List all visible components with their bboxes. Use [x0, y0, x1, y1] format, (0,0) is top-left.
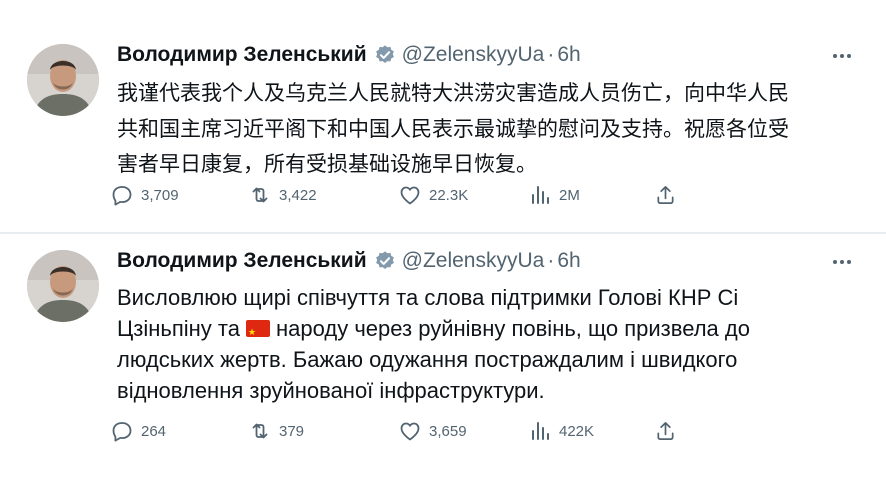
- share-button[interactable]: [654, 419, 684, 443]
- china-flag-icon: [246, 317, 270, 348]
- retweet-arrows-icon: [252, 187, 268, 203]
- view-count: 422K: [559, 422, 595, 440]
- retweet-count: 3,422: [279, 186, 317, 204]
- separator-dot: ·: [547, 43, 555, 66]
- like-count: 3,659: [429, 422, 467, 440]
- avatar-image: [27, 250, 99, 322]
- heart-icon: [400, 186, 420, 205]
- tweet-actions: 3,709 3,422 22.3K 2M: [110, 180, 684, 210]
- like-button[interactable]: 3,659: [398, 419, 528, 443]
- tweet-actions: 264 379 3,659 422K: [110, 416, 684, 446]
- retweet-button[interactable]: 379: [248, 419, 398, 443]
- speech-bubble-icon: [112, 422, 132, 442]
- author-handle[interactable]: @ZelenskyyUa: [402, 249, 545, 273]
- reply-count: 3,709: [141, 186, 179, 204]
- author-name[interactable]: Володимир Зеленський: [117, 43, 367, 67]
- bar-chart-icon: [532, 422, 549, 440]
- bar-chart-icon: [532, 186, 549, 204]
- tweet-text: Висловлюю щирі співчуття та слова підтри…: [117, 282, 865, 406]
- avatar[interactable]: [27, 250, 99, 322]
- retweet-arrows-icon: [252, 423, 268, 439]
- views-button[interactable]: 422K: [528, 419, 654, 443]
- heart-icon: [400, 422, 420, 441]
- share-button[interactable]: [654, 183, 684, 207]
- retweet-count: 379: [279, 422, 305, 440]
- author-handle[interactable]: @ZelenskyyUa: [402, 43, 545, 67]
- tweet-2[interactable]: Володимир Зеленський @ZelenskyyUa · 6h В…: [0, 234, 886, 499]
- more-dots-icon[interactable]: [828, 248, 856, 276]
- reply-button[interactable]: 264: [110, 419, 248, 443]
- views-button[interactable]: 2M: [528, 183, 654, 207]
- verified-badge-icon: [375, 251, 394, 269]
- more-dots-icon[interactable]: [828, 42, 856, 70]
- like-button[interactable]: 22.3K: [398, 183, 528, 207]
- tweet-1[interactable]: Володимир Зеленський @ZelenskyyUa · 6h 我…: [0, 0, 886, 232]
- tweet-header: Володимир Зеленський @ZelenskyyUa · 6h: [117, 40, 581, 70]
- timestamp[interactable]: 6h: [557, 249, 580, 273]
- reply-button[interactable]: 3,709: [110, 183, 248, 207]
- reply-count: 264: [141, 422, 167, 440]
- like-count: 22.3K: [429, 186, 469, 204]
- retweet-button[interactable]: 3,422: [248, 183, 398, 207]
- view-count: 2M: [559, 186, 580, 204]
- avatar[interactable]: [27, 44, 99, 116]
- timestamp[interactable]: 6h: [557, 43, 580, 67]
- verified-badge-icon: [375, 45, 394, 63]
- author-name[interactable]: Володимир Зеленський: [117, 249, 367, 273]
- separator-dot: ·: [547, 249, 555, 272]
- avatar-image: [27, 44, 99, 116]
- tweet-feed: Володимир Зеленський @ZelenskyyUa · 6h 我…: [0, 0, 886, 499]
- share-upload-icon: [657, 185, 674, 205]
- share-upload-icon: [657, 421, 674, 441]
- tweet-header: Володимир Зеленський @ZelenskyyUa · 6h: [117, 246, 581, 276]
- tweet-text: 我谨代表我个人及乌克兰人民就特大洪涝灾害造成人员伤亡，向中华人民 共和国主席习近…: [117, 81, 789, 176]
- speech-bubble-icon: [112, 186, 132, 206]
